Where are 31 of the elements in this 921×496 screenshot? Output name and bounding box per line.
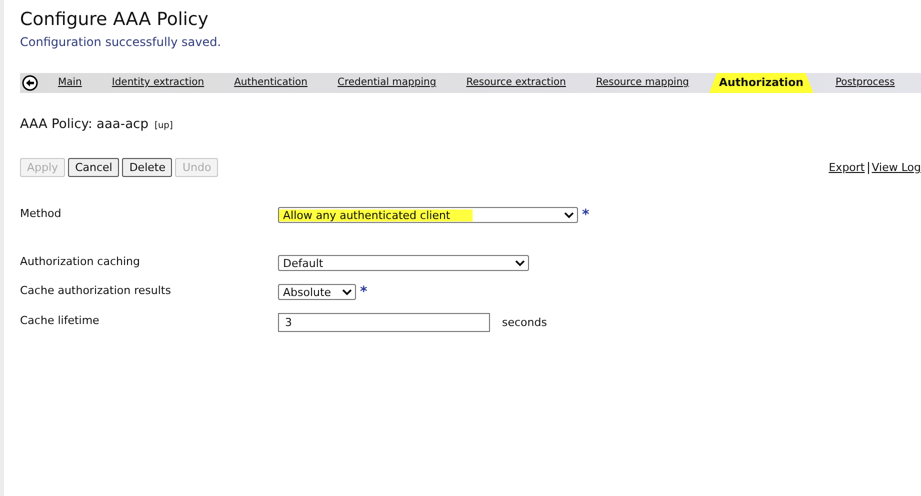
back-icon[interactable]: [22, 75, 38, 91]
field-label: Authorization caching: [20, 254, 141, 268]
link[interactable]: Export: [828, 161, 865, 174]
required-mark: *: [360, 284, 368, 300]
tab[interactable]: Resource mapping: [594, 73, 692, 93]
field-label: Cache lifetime: [20, 314, 100, 327]
required-mark: *: [582, 207, 590, 223]
chevron-icon: [564, 212, 574, 218]
link[interactable]: View Log: [872, 161, 921, 174]
object-name: AAA Policy: aaa-acp: [20, 117, 148, 132]
tab[interactable]: Postprocess: [833, 73, 897, 93]
object-status: [up]: [154, 121, 173, 131]
input-field[interactable]: 3: [278, 313, 490, 332]
status-message: Configuration successfully saved.: [20, 35, 222, 49]
tab[interactable]: Main: [56, 73, 84, 93]
dropdown[interactable]: Allow any authenticated client: [278, 207, 578, 223]
tab[interactable]: Identity extraction: [110, 73, 206, 93]
dropdown[interactable]: Default: [278, 255, 529, 271]
action-button[interactable]: Cancel: [68, 158, 120, 177]
action-button[interactable]: Delete: [122, 158, 172, 177]
tab[interactable]: Credential mapping: [336, 73, 438, 93]
tab[interactable]: Authentication: [232, 73, 310, 93]
page-title: Configure AAA Policy: [20, 8, 210, 32]
field-label: Method: [20, 206, 62, 220]
tab[interactable]: Resource extraction: [464, 73, 568, 93]
dropdown[interactable]: Absolute: [278, 284, 356, 300]
unit-label: seconds: [502, 316, 547, 329]
chevron-icon: [515, 260, 525, 266]
chevron-icon: [342, 288, 352, 296]
tab[interactable]: Authorization: [709, 73, 814, 93]
field-label: Cache authorization results: [20, 284, 172, 296]
